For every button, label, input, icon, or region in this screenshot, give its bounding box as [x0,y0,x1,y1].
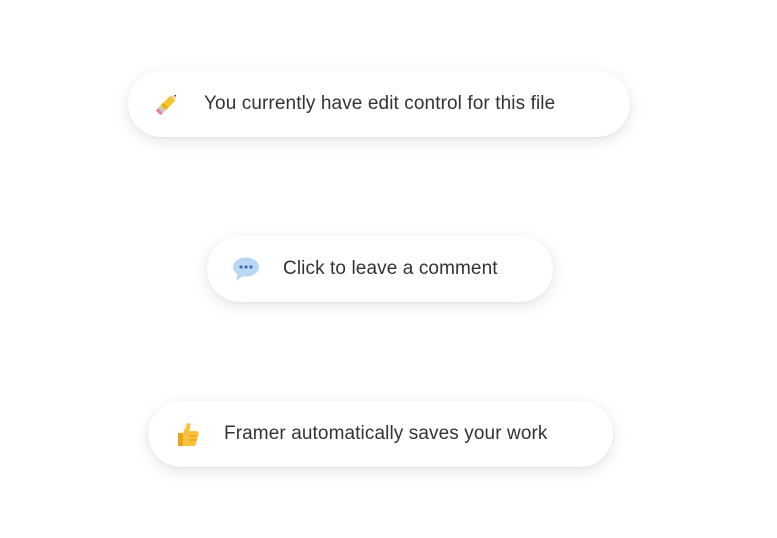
toast-label: You currently have edit control for this… [204,93,556,114]
pencil-icon [152,89,182,119]
toast-label: Framer automatically saves your work [224,423,548,444]
speech-bubble-icon [231,254,261,284]
thumbs-up-icon [172,419,202,449]
toast-comment[interactable]: Click to leave a comment [207,236,553,302]
toast-autosave: Framer automatically saves your work [148,401,613,467]
toast-label: Click to leave a comment [283,258,498,279]
toast-edit-control: You currently have edit control for this… [128,71,630,137]
